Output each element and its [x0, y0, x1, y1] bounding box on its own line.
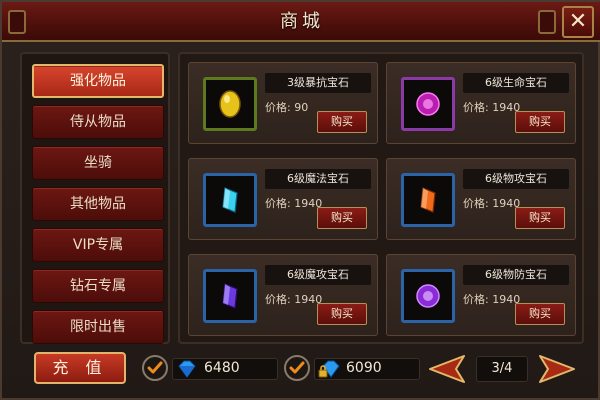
item-grid: 3级暴抗宝石 价格: 90 购买 6级生命宝石 价格: 1940 购买 6级魔法…	[178, 52, 584, 344]
item-name: 6级魔攻宝石	[265, 265, 371, 285]
bound-diamond-checkbox[interactable]	[284, 355, 310, 381]
page-indicator: 3/4	[476, 356, 528, 382]
yellow-gem-icon	[219, 90, 241, 118]
item-price: 价格: 1940	[463, 197, 521, 210]
sidebar-item-vip[interactable]: VIP专属	[32, 228, 164, 262]
item-name: 6级物攻宝石	[463, 169, 569, 189]
sidebar-item-enhance[interactable]: 强化物品	[32, 64, 164, 98]
shop-item-card: 6级魔攻宝石 价格: 1940 购买	[188, 254, 378, 336]
buy-button[interactable]: 购买	[317, 303, 367, 325]
bound-diamond-amount: 6090	[346, 360, 382, 376]
sidebar-item-diamond[interactable]: 钻石专属	[32, 269, 164, 303]
item-slot[interactable]	[203, 269, 257, 323]
bound-diamond-icon	[318, 360, 340, 378]
buy-button[interactable]: 购买	[317, 207, 367, 229]
shop-item-card: 6级魔法宝石 价格: 1940 购买	[188, 158, 378, 240]
checkmark-icon	[289, 361, 305, 374]
buy-button[interactable]: 购买	[515, 303, 565, 325]
category-sidebar: 强化物品 侍从物品 坐骑 其他物品 VIP专属 钻石专属 限时出售	[20, 52, 170, 344]
window-title: 商城	[280, 11, 324, 32]
item-slot[interactable]	[401, 173, 455, 227]
close-button[interactable]: ✕	[562, 6, 594, 38]
sidebar-item-mount[interactable]: 坐骑	[32, 146, 164, 180]
diamond-checkbox[interactable]	[142, 355, 168, 381]
diamond-amount: 6480	[204, 360, 240, 376]
diamond-icon	[178, 360, 196, 378]
next-page-icon[interactable]	[536, 354, 576, 384]
shop-item-card: 6级生命宝石 价格: 1940 购买	[386, 62, 576, 144]
pink-gem-icon	[416, 92, 440, 116]
shop-item-card: 3级暴抗宝石 价格: 90 购买	[188, 62, 378, 144]
sidebar-item-other[interactable]: 其他物品	[32, 187, 164, 221]
indigo-crystal-icon	[222, 283, 238, 309]
item-slot[interactable]	[203, 173, 257, 227]
item-slot[interactable]	[401, 77, 455, 131]
item-price: 价格: 1940	[463, 101, 521, 114]
item-price: 价格: 1940	[265, 293, 323, 306]
item-name: 6级魔法宝石	[265, 169, 371, 189]
item-price: 价格: 1940	[463, 293, 521, 306]
buy-button[interactable]: 购买	[317, 111, 367, 133]
item-price: 价格: 90	[265, 101, 309, 114]
sidebar-item-limited[interactable]: 限时出售	[32, 310, 164, 344]
prev-page-icon[interactable]	[428, 354, 468, 384]
item-slot[interactable]	[401, 269, 455, 323]
violet-gem-icon	[416, 284, 440, 308]
item-price: 价格: 1940	[265, 197, 323, 210]
recharge-button[interactable]: 充 值	[34, 352, 126, 384]
item-name: 6级生命宝石	[463, 73, 569, 93]
item-slot[interactable]	[203, 77, 257, 131]
buy-button[interactable]: 购买	[515, 207, 565, 229]
blue-crystal-icon	[222, 187, 238, 213]
orange-crystal-icon	[420, 187, 436, 213]
shop-item-card: 6级物防宝石 价格: 1940 购买	[386, 254, 576, 336]
item-name: 3级暴抗宝石	[265, 73, 371, 93]
sidebar-item-attendant[interactable]: 侍从物品	[32, 105, 164, 139]
checkmark-icon	[147, 361, 163, 374]
buy-button[interactable]: 购买	[515, 111, 565, 133]
shop-window: 商城 ✕ 强化物品 侍从物品 坐骑 其他物品 VIP专属 钻石专属 限时出售 3…	[0, 0, 600, 400]
shop-item-card: 6级物攻宝石 价格: 1940 购买	[386, 158, 576, 240]
item-name: 6级物防宝石	[463, 265, 569, 285]
